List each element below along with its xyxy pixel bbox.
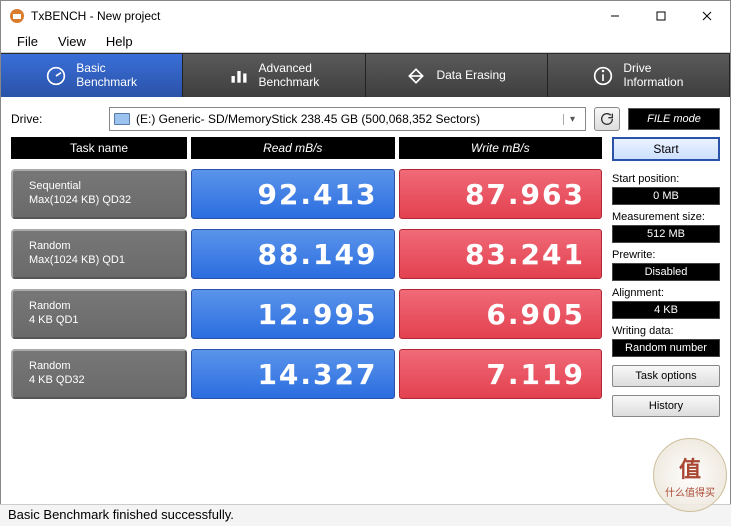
drive-value: (E:) Generic- SD/MemoryStick 238.45 GB (… [136,112,480,126]
menu-view[interactable]: View [48,32,96,51]
file-mode-indicator: FILE mode [628,108,720,130]
start-position-label: Start position: [612,173,720,185]
writing-data-value[interactable]: Random number [612,339,720,357]
maximize-button[interactable] [638,1,684,31]
write-value: 87.963 [399,169,603,219]
refresh-button[interactable] [594,107,620,131]
tab-label: Advanced Benchmark [259,62,320,90]
result-row: Sequential Max(1024 KB) QD32 92.413 87.9… [11,169,602,219]
task-random-4kb-qd32[interactable]: Random 4 KB QD32 [11,349,187,399]
result-row: Random 4 KB QD1 12.995 6.905 [11,289,602,339]
measurement-size-value[interactable]: 512 MB [612,225,720,243]
info-icon [593,66,613,86]
menu-file[interactable]: File [7,32,48,51]
tab-label: Drive Information [623,62,683,90]
measurement-size-label: Measurement size: [612,211,720,223]
app-icon [9,8,25,24]
write-value: 83.241 [399,229,603,279]
titlebar: TxBENCH - New project [1,1,730,31]
tab-basic-benchmark[interactable]: Basic Benchmark [1,54,183,97]
tab-strip: Basic Benchmark Advanced Benchmark Data … [1,53,730,97]
read-value: 88.149 [191,229,395,279]
results-pane: Task name Read mB/s Write mB/s Sequentia… [11,137,602,417]
drive-select[interactable]: (E:) Generic- SD/MemoryStick 238.45 GB (… [109,107,586,131]
task-sequential-qd32[interactable]: Sequential Max(1024 KB) QD32 [11,169,187,219]
menu-help[interactable]: Help [96,32,143,51]
start-position-value[interactable]: 0 MB [612,187,720,205]
menubar: File View Help [1,31,730,53]
header-task: Task name [11,137,187,159]
drive-row: Drive: (E:) Generic- SD/MemoryStick 238.… [1,97,730,137]
tab-drive-information[interactable]: Drive Information [548,54,730,97]
read-value: 14.327 [191,349,395,399]
gauge-icon [46,66,66,86]
alignment-value[interactable]: 4 KB [612,301,720,319]
column-headers: Task name Read mB/s Write mB/s [11,137,602,159]
read-value: 92.413 [191,169,395,219]
write-value: 7.119 [399,349,603,399]
prewrite-value[interactable]: Disabled [612,263,720,281]
status-bar: Basic Benchmark finished successfully. [0,504,731,526]
read-value: 12.995 [191,289,395,339]
writing-data-label: Writing data: [612,325,720,337]
side-panel: Start Start position: 0 MB Measurement s… [612,137,720,417]
window-title: TxBENCH - New project [31,9,592,23]
alignment-label: Alignment: [612,287,720,299]
tab-label: Basic Benchmark [76,62,137,90]
header-read: Read mB/s [191,137,395,159]
chevron-down-icon: ▾ [563,114,581,125]
tab-advanced-benchmark[interactable]: Advanced Benchmark [183,54,365,97]
task-random-qd1-max[interactable]: Random Max(1024 KB) QD1 [11,229,187,279]
erase-icon [406,66,426,86]
history-button[interactable]: History [612,395,720,417]
close-button[interactable] [684,1,730,31]
write-value: 6.905 [399,289,603,339]
result-row: Random 4 KB QD32 14.327 7.119 [11,349,602,399]
task-random-4kb-qd1[interactable]: Random 4 KB QD1 [11,289,187,339]
tab-data-erasing[interactable]: Data Erasing [366,54,548,97]
start-button[interactable]: Start [612,137,720,161]
prewrite-label: Prewrite: [612,249,720,261]
drive-label: Drive: [11,112,101,126]
tab-label: Data Erasing [436,69,505,83]
minimize-button[interactable] [592,1,638,31]
result-row: Random Max(1024 KB) QD1 88.149 83.241 [11,229,602,279]
drive-icon [114,113,130,125]
bar-chart-icon [229,66,249,86]
header-write: Write mB/s [399,137,603,159]
task-options-button[interactable]: Task options [612,365,720,387]
watermark: 值 什么值得买 [653,438,727,512]
